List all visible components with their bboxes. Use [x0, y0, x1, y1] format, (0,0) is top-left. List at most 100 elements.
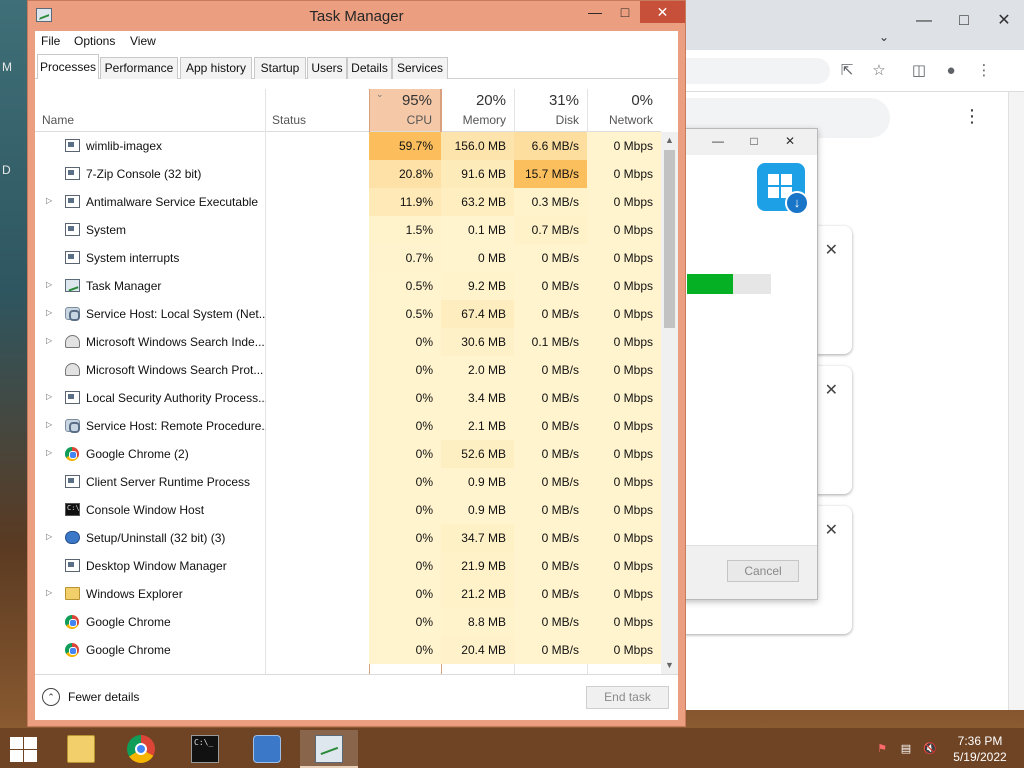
cell-cpu: 0% — [369, 580, 441, 608]
cancel-button[interactable]: Cancel — [727, 560, 799, 582]
minimize-button[interactable]: — — [580, 1, 610, 23]
expand-arrow-icon[interactable]: ▷ — [46, 336, 52, 345]
table-row[interactable]: Google Chrome 0% 8.8 MB 0 MB/s 0 Mbps — [35, 608, 661, 636]
maximize-button[interactable]: □ — [944, 8, 984, 34]
menu-options[interactable]: Options — [74, 34, 115, 48]
side-panel-icon[interactable]: ◫ — [908, 60, 930, 82]
folder-icon — [65, 587, 80, 600]
star-icon[interactable]: ☆ — [868, 60, 890, 82]
fewer-details-link[interactable]: Fewer details — [68, 690, 139, 704]
sort-arrow-icon: ⌄ — [376, 89, 384, 99]
table-row[interactable]: ▷ Service Host: Local System (Net... 0.5% 6… — [35, 300, 661, 328]
cell-cpu: 0.7% — [369, 244, 441, 272]
cell-memory: 0 MB — [441, 244, 514, 272]
tab-services[interactable]: Services — [392, 57, 448, 79]
taskbar-setup[interactable] — [238, 730, 296, 768]
table-row[interactable]: Microsoft Windows Search Prot... 0% 2.0 MB… — [35, 356, 661, 384]
column-header-cpu[interactable]: ⌄ 95% CPU — [369, 89, 441, 132]
expand-arrow-icon[interactable]: ▷ — [46, 308, 52, 317]
scroll-thumb[interactable] — [664, 150, 675, 328]
column-header-status[interactable]: Status — [265, 89, 369, 132]
expand-arrow-icon[interactable]: ▷ — [46, 392, 52, 401]
table-row[interactable]: ▷ Local Security Authority Process... 0% 3.… — [35, 384, 661, 412]
flag-icon[interactable]: ⚑ — [874, 742, 890, 756]
table-row[interactable]: ▷ Windows Explorer 0% 21.2 MB 0 MB/s 0 Mbps — [35, 580, 661, 608]
table-row[interactable]: Desktop Window Manager 0% 21.9 MB 0 MB/s 0 M… — [35, 552, 661, 580]
table-row[interactable]: Console Window Host 0%0.9 MB0 MB/s0 Mbps — [35, 496, 661, 524]
setup-icon — [253, 735, 281, 763]
task-manager-window[interactable]: Task Manager — □ ✕ File Options View Pro… — [27, 0, 686, 727]
cell-disk: 0 MB/s — [514, 300, 587, 328]
expand-arrow-icon[interactable]: ▷ — [46, 420, 52, 429]
profile-icon[interactable]: ● — [940, 60, 962, 82]
table-row[interactable]: 7-Zip Console (32 bit) 20.8% 91.6 MB 15.7 M… — [35, 160, 661, 188]
maximize-button[interactable]: □ — [610, 1, 640, 23]
menu-icon[interactable]: ⋮ — [973, 60, 995, 82]
expand-arrow-icon[interactable]: ▷ — [46, 448, 52, 457]
cell-network: 0 Mbps — [587, 524, 661, 552]
chevron-down-icon[interactable]: ⌄ — [864, 24, 904, 50]
close-icon[interactable]: ✕ — [825, 520, 838, 540]
cell-memory: 91.6 MB — [441, 160, 514, 188]
vertical-scrollbar[interactable]: ▲ ▼ — [661, 132, 678, 674]
expand-arrow-icon[interactable]: ▷ — [46, 532, 52, 541]
table-row[interactable]: Client Server Runtime Process 0% 0.9 MB 0 M… — [35, 468, 661, 496]
taskbar-file-explorer[interactable] — [52, 730, 110, 768]
close-icon[interactable]: ✕ — [825, 240, 838, 260]
close-button[interactable]: ✕ — [984, 8, 1024, 34]
minimize-button[interactable]: — — [904, 8, 944, 34]
cell-disk: 0 MB/s — [514, 468, 587, 496]
column-header-disk[interactable]: 31% Disk — [514, 89, 587, 132]
expand-arrow-icon[interactable]: ▷ — [46, 588, 52, 597]
table-row[interactable]: ▷ Service Host: Remote Procedure... 0% 2.1 … — [35, 412, 661, 440]
tab-details[interactable]: Details — [347, 57, 392, 79]
close-button[interactable]: ✕ — [773, 129, 807, 153]
table-row[interactable]: ▷ Google Chrome (2) 0% 52.6 MB 0 MB/s 0 Mbps — [35, 440, 661, 468]
title-bar[interactable]: Task Manager — □ ✕ — [28, 1, 685, 31]
scrollbar[interactable] — [1008, 92, 1024, 710]
process-name: Task Manager — [86, 279, 162, 293]
table-row[interactable]: System interrupts 0.7% 0 MB 0 MB/s 0 Mbps — [35, 244, 661, 272]
tab-users[interactable]: Users — [307, 57, 347, 79]
close-button[interactable]: ✕ — [640, 1, 685, 23]
table-row[interactable]: Google Chrome 0% 20.4 MB 0 MB/s 0 Mbps — [35, 636, 661, 664]
taskbar-chrome[interactable] — [112, 730, 170, 768]
share-icon[interactable]: ⇱ — [836, 60, 858, 82]
kebab-menu-icon[interactable]: ⋮ — [962, 106, 982, 128]
menu-view[interactable]: View — [130, 34, 156, 48]
table-row[interactable]: ▷ Task Manager 0.5% 9.2 MB 0 MB/s 0 Mbps — [35, 272, 661, 300]
end-task-button[interactable]: End task — [586, 686, 669, 709]
clock[interactable]: 7:36 PM 5/19/2022 — [940, 733, 1020, 765]
scroll-down-icon[interactable]: ▼ — [661, 657, 678, 674]
maximize-button[interactable]: □ — [737, 129, 771, 153]
taskbar-task-manager[interactable] — [300, 730, 358, 768]
expand-arrow-icon[interactable]: ▷ — [46, 280, 52, 289]
desktop-icon-label[interactable]: D — [2, 163, 11, 177]
table-row[interactable]: wimlib-imagex 59.7% 156.0 MB 6.6 MB/s 0 Mbps — [35, 132, 661, 160]
column-header-name[interactable]: Name — [35, 89, 265, 132]
expand-arrow-icon[interactable]: ▷ — [46, 196, 52, 205]
table-row[interactable]: ▷ Antimalware Service Executable 11.9% 63.2… — [35, 188, 661, 216]
column-header-network[interactable]: 0% Network — [587, 89, 661, 132]
scroll-up-icon[interactable]: ▲ — [661, 132, 678, 149]
tab-startup[interactable]: Startup — [254, 57, 306, 79]
table-row[interactable]: ▷ Setup/Uninstall (32 bit) (3) 0% 34.7 MB 0 … — [35, 524, 661, 552]
start-button[interactable] — [8, 736, 38, 762]
close-icon[interactable]: ✕ — [825, 380, 838, 400]
desktop-icon-label[interactable]: M — [2, 60, 12, 74]
tab-performance[interactable]: Performance — [100, 57, 178, 79]
setup-icon — [65, 531, 80, 544]
tab-app-history[interactable]: App history — [180, 57, 252, 79]
tab-processes[interactable]: Processes — [37, 54, 99, 80]
column-header-memory[interactable]: 20% Memory — [441, 89, 514, 132]
cell-disk: 0 MB/s — [514, 608, 587, 636]
speaker-muted-icon[interactable]: 🔇 — [922, 742, 938, 756]
menu-file[interactable]: File — [41, 34, 60, 48]
minimize-button[interactable]: — — [701, 129, 735, 153]
taskbar-console[interactable]: C:\_ — [176, 730, 234, 768]
cell-network: 0 Mbps — [587, 440, 661, 468]
network-icon[interactable]: ▤ — [898, 742, 914, 756]
chevron-up-icon[interactable]: ⌃ — [42, 688, 60, 706]
table-row[interactable]: System 1.5% 0.1 MB 0.7 MB/s 0 Mbps — [35, 216, 661, 244]
table-row[interactable]: ▷ Microsoft Windows Search Inde... 0% 30.6 … — [35, 328, 661, 356]
